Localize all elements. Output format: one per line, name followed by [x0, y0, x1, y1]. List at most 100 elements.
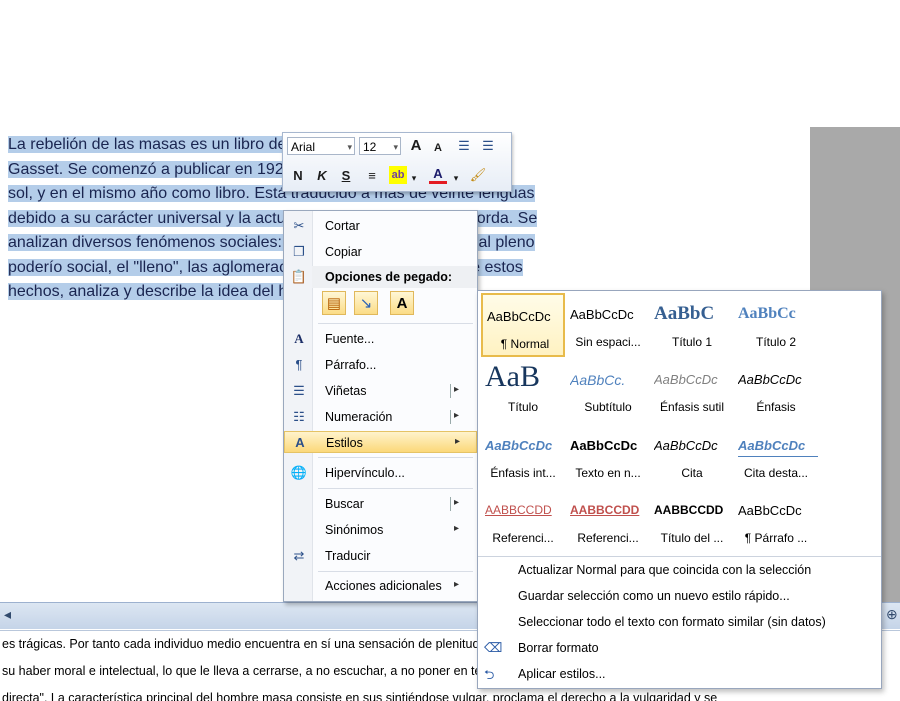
- action-label: Guardar selección como un nuevo estilo r…: [518, 589, 790, 603]
- menu-item-bullets[interactable]: ☰ Viñetas ▸: [284, 380, 477, 402]
- menu-item-search[interactable]: Buscar ▸: [284, 493, 477, 515]
- menu-item-additional-actions[interactable]: Acciones adicionales ▸: [284, 575, 477, 597]
- scroll-right-icon[interactable]: ⊕: [886, 606, 900, 622]
- italic-button[interactable]: K: [313, 167, 331, 185]
- select-similar-formatting-item[interactable]: Seleccionar todo el texto con formato si…: [478, 611, 881, 635]
- style-tile-quote[interactable]: AaBbCcDc Cita: [650, 424, 734, 488]
- scroll-left-icon[interactable]: ◂: [4, 606, 20, 622]
- increase-indent-icon[interactable]: ☰: [479, 137, 497, 155]
- paste-keep-source-format-button[interactable]: ▤: [322, 291, 346, 315]
- style-tile-no-spacing[interactable]: AaBbCcDc Sin espaci...: [566, 293, 650, 357]
- menu-item-label: Sinónimos: [325, 523, 384, 537]
- submenu-arrow-icon: ▸: [454, 384, 460, 395]
- style-tile-intense-quote[interactable]: AaBbCcDc Cita desta...: [734, 424, 818, 488]
- style-preview: AaBbCcDc: [487, 309, 551, 324]
- style-preview: AaBbCcDc: [654, 372, 718, 387]
- menu-item-translate[interactable]: ⇄ Traducir: [284, 545, 477, 567]
- menu-item-label: Copiar: [325, 245, 362, 259]
- font-color-button[interactable]: A: [429, 166, 447, 184]
- align-center-icon[interactable]: ≡: [363, 167, 381, 185]
- grow-font-button[interactable]: A: [407, 137, 425, 155]
- style-name: Énfasis: [756, 400, 796, 414]
- style-tile-emphasis[interactable]: AaBbCcDc Énfasis: [734, 358, 818, 422]
- menu-item-label: Numeración: [325, 410, 393, 424]
- style-tile-heading2[interactable]: AaBbCc Título 2: [734, 293, 818, 357]
- style-tile-normal[interactable]: AaBbCcDc ¶ Normal: [481, 293, 565, 357]
- submenu-arrow-icon: ▸: [454, 523, 460, 534]
- submenu-arrow-icon: ▸: [454, 410, 460, 421]
- submenu-arrow-icon: ▸: [454, 579, 460, 590]
- font-name-value: Arial: [291, 140, 316, 154]
- style-preview: AaBbCcDc: [485, 438, 553, 453]
- format-painter-icon[interactable]: 🖌: [469, 166, 487, 184]
- paste-merge-icon: ↘: [359, 295, 373, 312]
- action-label: Aplicar estilos...: [518, 667, 606, 681]
- save-quick-style-item[interactable]: Guardar selección como un nuevo estilo r…: [478, 585, 881, 609]
- style-preview: AaB: [485, 360, 540, 393]
- menu-item-font[interactable]: A Fuente...: [284, 328, 477, 350]
- update-normal-style-item[interactable]: Actualizar Normal para que coincida con …: [478, 559, 881, 583]
- style-tile-title[interactable]: AaB Título: [481, 358, 565, 422]
- menu-item-styles[interactable]: A Estilos ▸: [284, 431, 477, 453]
- menu-split-separator: [450, 384, 451, 398]
- style-name: ¶ Párrafo ...: [744, 531, 808, 545]
- shrink-font-button[interactable]: A: [429, 139, 447, 157]
- style-tile-subtle-reference[interactable]: AABBCCDD Referenci...: [481, 489, 565, 553]
- numbering-icon: ☷: [293, 409, 305, 424]
- chevron-down-icon[interactable]: ▾: [451, 169, 461, 187]
- menu-split-separator: [450, 410, 451, 424]
- style-tile-list-paragraph[interactable]: AaBbCcDc ¶ Párrafo ...: [734, 489, 818, 553]
- style-name: Título: [507, 400, 538, 414]
- menu-separator: [318, 571, 473, 572]
- mini-toolbar: Arial ▾ 12 ▾ A A ☰ ☰ N K S ≡ ab ▾ A ▾ 🖌: [282, 132, 512, 192]
- style-tile-strong[interactable]: AaBbCcDc Texto en n...: [566, 424, 650, 488]
- chevron-down-icon[interactable]: ▾: [409, 169, 419, 187]
- paste-merge-format-button[interactable]: ↘: [354, 291, 378, 315]
- style-preview: AaBbCcDc: [738, 372, 802, 387]
- style-preview: AaBbCc: [738, 305, 796, 322]
- menu-separator: [318, 457, 473, 458]
- globe-link-icon: 🌐: [290, 465, 308, 480]
- style-tile-intense-reference[interactable]: AABBCCDD Referenci...: [566, 489, 650, 553]
- style-preview: AABBCCDD: [654, 503, 724, 517]
- clear-formatting-item[interactable]: ⌫ Borrar formato: [478, 637, 881, 661]
- style-tile-book-title[interactable]: AABBCCDD Título del ...: [650, 489, 734, 553]
- highlight-button[interactable]: ab: [389, 166, 407, 184]
- style-name: Referenci...: [577, 531, 639, 545]
- style-name: Referenci...: [492, 531, 554, 545]
- menu-split-separator: [450, 497, 451, 511]
- font-size-combo[interactable]: 12 ▾: [359, 137, 401, 155]
- submenu-arrow-icon: ▸: [454, 497, 460, 508]
- menu-item-copy[interactable]: ❐ Copiar: [284, 241, 477, 263]
- style-tile-intense-emphasis[interactable]: AaBbCcDc Énfasis int...: [481, 424, 565, 488]
- font-name-combo[interactable]: Arial ▾: [287, 137, 355, 155]
- menu-item-numbering[interactable]: ☷ Numeración ▸: [284, 406, 477, 428]
- menu-item-label: Viñetas: [325, 384, 367, 398]
- menu-item-cut[interactable]: ✂ Cortar: [284, 215, 477, 237]
- style-name: Título del ...: [660, 531, 724, 545]
- menu-item-paragraph[interactable]: ¶ Párrafo...: [284, 354, 477, 376]
- clipboard-icon: 📋: [290, 269, 308, 284]
- decrease-indent-icon[interactable]: ☰: [455, 137, 473, 155]
- style-preview: AaBbC: [654, 303, 715, 324]
- menu-item-hyperlink[interactable]: 🌐 Hipervínculo...: [284, 462, 477, 484]
- apply-styles-icon: ⮌: [484, 667, 495, 682]
- paste-keep-text-only-button[interactable]: A: [390, 291, 414, 315]
- style-preview: AaBbCcDc: [654, 438, 718, 453]
- style-preview: AaBbCcDc: [738, 503, 802, 518]
- menu-item-label: Opciones de pegado:: [325, 270, 453, 284]
- bold-button[interactable]: N: [289, 167, 307, 185]
- menu-item-synonyms[interactable]: Sinónimos ▸: [284, 519, 477, 541]
- paste-options-header: 📋 Opciones de pegado:: [291, 266, 477, 288]
- style-tile-subtle-emphasis[interactable]: AaBbCcDc Énfasis sutil: [650, 358, 734, 422]
- style-tile-heading1[interactable]: AaBbC Título 1: [650, 293, 734, 357]
- clear-formatting-icon: ⌫: [484, 640, 503, 655]
- style-preview: AaBbCcDc: [570, 438, 638, 453]
- style-tile-subtitle[interactable]: AaBbCc. Subtítulo: [566, 358, 650, 422]
- underline-button[interactable]: S: [337, 167, 355, 185]
- apply-styles-item[interactable]: ⮌ Aplicar estilos...: [478, 663, 881, 687]
- style-preview: AaBbCc.: [570, 372, 626, 388]
- menu-item-label: Buscar: [325, 497, 364, 511]
- style-name: Énfasis sutil: [659, 400, 725, 414]
- bullets-icon: ☰: [293, 383, 305, 398]
